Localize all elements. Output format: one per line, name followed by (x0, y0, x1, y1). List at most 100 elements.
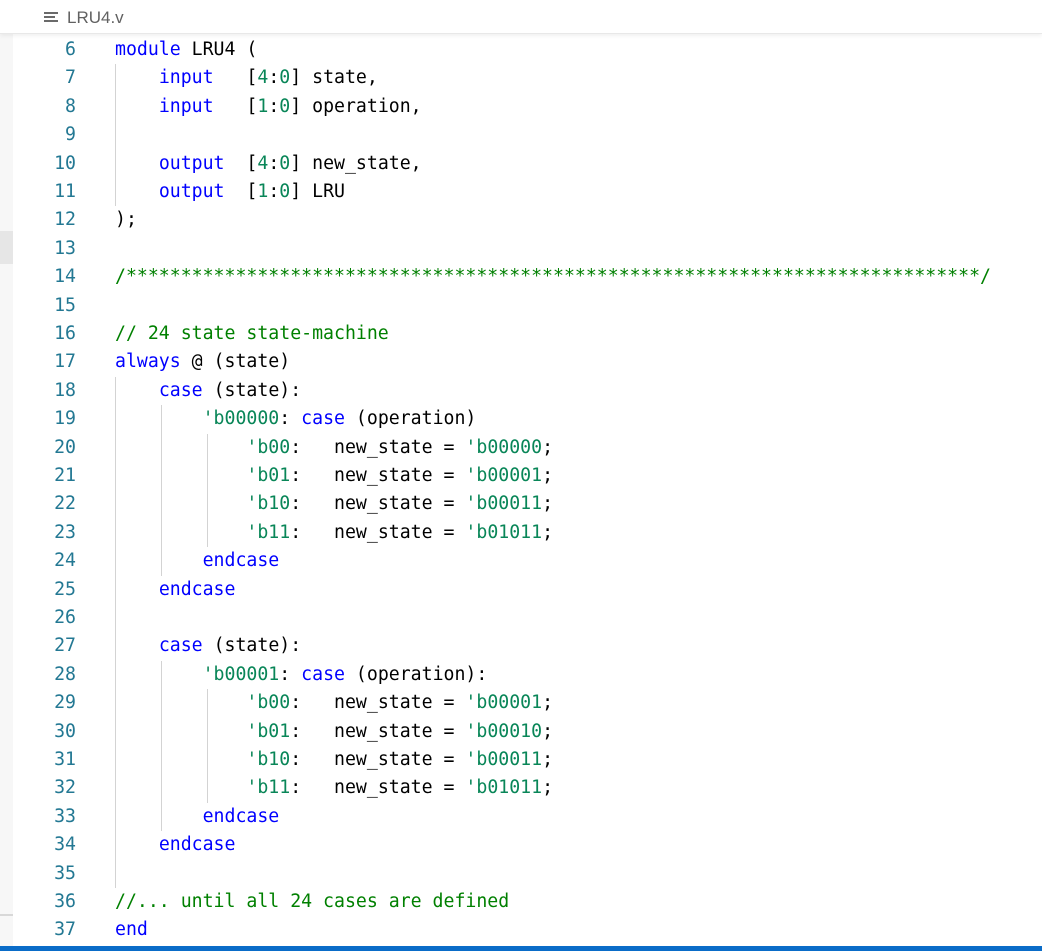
code-token: : new_state = (290, 436, 466, 458)
code-line[interactable]: 11 output [1:0] LRU (13, 178, 1042, 206)
code-line[interactable]: 32 'b11: new_state = 'b01011; (13, 774, 1042, 802)
code-token: 'b00001 (202, 663, 280, 685)
code-token: 1 (257, 181, 269, 202)
line-number: 10 (54, 152, 76, 174)
code-text: output [1:0] LRU (115, 178, 345, 206)
code-line[interactable]: 9 (13, 121, 1042, 149)
code-line[interactable]: 6 module LRU4 ( (13, 36, 1042, 64)
code-text: endcase (115, 831, 236, 859)
code-token: endcase (158, 834, 236, 856)
code-token: [ (224, 181, 258, 202)
code-line[interactable]: 34 endcase (13, 831, 1042, 859)
code-line[interactable]: 7 input [4:0] state, (13, 64, 1042, 92)
status-bar (0, 946, 1042, 951)
code-text: 'b00000: case (operation) (115, 405, 477, 433)
code-token: ; (542, 720, 554, 742)
code-token: : new_state = (290, 465, 466, 486)
code-line[interactable]: 37 end (13, 916, 1042, 944)
code-line[interactable]: 18 case (state): (13, 377, 1042, 405)
code-token: : new_state = (290, 521, 466, 543)
code-text: 'b01: new_state = 'b00010; (115, 718, 553, 746)
code-token: : (268, 181, 280, 202)
code-line[interactable]: 26 (13, 604, 1042, 632)
line-number: 16 (54, 323, 76, 344)
code-line[interactable]: 29 'b00: new_state = 'b00001; (13, 689, 1042, 717)
code-line[interactable]: 21 'b01: new_state = 'b00001; (13, 462, 1042, 490)
code-text: case (state): (115, 632, 301, 660)
line-number: 31 (54, 749, 76, 770)
code-token: ] operation, (290, 95, 422, 117)
line-number: 26 (54, 607, 76, 628)
code-text: 'b10: new_state = 'b00011; (115, 490, 553, 518)
code-token: 'b11 (246, 521, 291, 543)
code-token: 0 (279, 95, 291, 117)
code-line[interactable]: 15 (13, 292, 1042, 320)
code-token: [ (224, 152, 258, 174)
code-token: 'b00 (246, 436, 291, 458)
code-line[interactable]: 8 input [1:0] operation, (13, 93, 1042, 121)
code-token: (operation) (344, 408, 477, 430)
code-text: 'b11: new_state = 'b01011; (115, 774, 553, 802)
code-line[interactable]: 20 'b00: new_state = 'b00000; (13, 434, 1042, 462)
line-number: 17 (54, 351, 76, 373)
code-token: case (158, 635, 203, 657)
code-text: ); (115, 206, 137, 234)
code-token: (state): (202, 635, 302, 657)
indent-guide (115, 64, 116, 207)
line-number: 8 (65, 95, 76, 117)
code-token: ); (115, 209, 137, 231)
code-line[interactable]: 17 always @ (state) (13, 348, 1042, 376)
code-line[interactable]: 25 endcase (13, 576, 1042, 604)
code-line[interactable]: 16 // 24 state state-machine (13, 320, 1042, 348)
code-text: always @ (state) (115, 348, 290, 376)
code-line[interactable]: 24 endcase (13, 547, 1042, 575)
code-line[interactable]: 30 'b01: new_state = 'b00010; (13, 718, 1042, 746)
indent-guide (161, 405, 163, 576)
code-line[interactable]: 10 output [4:0] new_state, (13, 150, 1042, 178)
code-editor[interactable]: 6 module LRU4 (7 input [4:0] state, 8 inpu… (13, 36, 1042, 946)
code-text: 'b00001: case (operation): (115, 661, 488, 689)
indent-guide (115, 376, 116, 888)
code-token: input (158, 67, 214, 89)
line-number: 24 (54, 550, 76, 572)
code-line[interactable]: 35 (13, 860, 1042, 888)
file-tab[interactable]: LRU4.v (44, 7, 124, 29)
file-tab-label: LRU4.v (67, 8, 124, 27)
code-token: //... until all 24 cases are defined (115, 891, 510, 912)
code-token: ] state, (290, 67, 378, 89)
line-number: 20 (54, 436, 76, 458)
code-token: 0 (279, 67, 291, 89)
code-token: module (115, 39, 181, 60)
code-line[interactable]: 31 'b10: new_state = 'b00011; (13, 746, 1042, 774)
code-line[interactable]: 22 'b10: new_state = 'b00011; (13, 490, 1042, 518)
menu-lines-icon (44, 12, 58, 24)
code-text: 'b11: new_state = 'b01011; (115, 519, 553, 547)
indent-guide (207, 433, 209, 548)
code-line[interactable]: 33 endcase (13, 803, 1042, 831)
code-line[interactable]: 19 'b00000: case (operation) (13, 405, 1042, 433)
code-line[interactable]: 13 (13, 235, 1042, 263)
line-number: 34 (54, 834, 76, 856)
line-number: 32 (54, 777, 76, 799)
code-line[interactable]: 28 'b00001: case (operation): (13, 661, 1042, 689)
code-token: 'b00011 (465, 749, 543, 770)
code-line[interactable]: 14 /*************************************… (13, 263, 1042, 291)
code-token: /***************************************… (115, 266, 991, 288)
code-token: 'b01 (246, 465, 291, 486)
code-line[interactable]: 36 //... until all 24 cases are defined (13, 888, 1042, 916)
code-token: ; (542, 521, 554, 543)
code-line[interactable]: 27 case (state): (13, 632, 1042, 660)
code-token: end (115, 919, 148, 941)
code-token: 'b01011 (465, 521, 543, 543)
code-token: 4 (257, 67, 269, 89)
code-token: 'b11 (246, 777, 291, 799)
line-number: 33 (54, 805, 76, 827)
code-line[interactable]: 12); (13, 206, 1042, 234)
code-line[interactable]: 23 'b11: new_state = 'b01011; (13, 519, 1042, 547)
